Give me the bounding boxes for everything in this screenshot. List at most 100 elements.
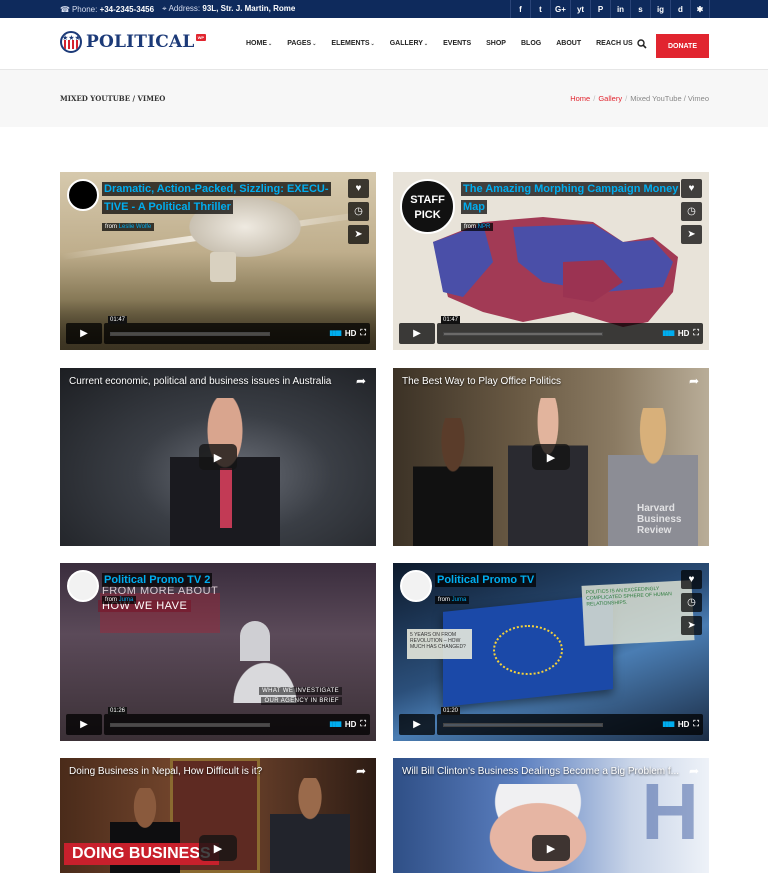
play-icon[interactable]: ▶ [199, 444, 237, 470]
breadcrumb-home[interactable]: Home [570, 94, 590, 103]
site-logo[interactable]: ★★★ POLITICAL WP [60, 31, 207, 53]
heart-icon[interactable]: ♥ [348, 179, 369, 198]
volume-icon[interactable]: ▮▮▮▮ [662, 329, 674, 337]
video-player-vimeo[interactable]: Dramatic, Action-Packed, Sizzling: EXECU… [60, 172, 376, 350]
hd-button[interactable]: HD [345, 329, 357, 338]
progress-bar[interactable] [110, 332, 270, 336]
play-icon[interactable]: ▶ [532, 444, 570, 470]
breadcrumb-gallery[interactable]: Gallery [598, 94, 622, 103]
nav-home[interactable]: HOME ⌄ [246, 40, 272, 47]
phone-number[interactable]: +34-2345-3456 [100, 5, 155, 14]
volume-icon[interactable]: ▮▮▮▮ [329, 720, 341, 728]
linkedin-icon[interactable]: in [610, 0, 630, 18]
nav-elements[interactable]: ELEMENTS ⌄ [331, 40, 374, 47]
pinterest-icon[interactable]: P [590, 0, 610, 18]
play-icon[interactable]: ▶ [66, 323, 102, 344]
control-bar: 01:47 ▮▮▮▮HD⛶vimeo [104, 316, 370, 344]
progress-bar[interactable] [443, 723, 603, 727]
video-title[interactable]: The Amazing Morphing Campaign Money Map [461, 182, 681, 214]
fullscreen-icon[interactable]: ⛶ [693, 719, 699, 729]
author-avatar[interactable] [67, 570, 99, 602]
contact-info: ☎ Phone: +34-2345-3456 ⌖ Address: 93L, Str… [60, 4, 295, 14]
facebook-icon[interactable]: f [510, 0, 530, 18]
video-player-vimeo[interactable]: STAFF PICK The Amazing Morphing Campaign… [393, 172, 709, 350]
author-link[interactable]: Juma [119, 597, 134, 603]
staff-pick-badge[interactable]: STAFF PICK [400, 179, 455, 234]
author-link[interactable]: Leslie Wolfe [119, 224, 152, 230]
author-avatar[interactable] [400, 570, 432, 602]
author-link[interactable]: NPR [478, 224, 491, 230]
video-title[interactable]: Dramatic, Action-Packed, Sizzling: EXECU… [102, 182, 331, 214]
nav-about[interactable]: ABOUT [556, 40, 581, 47]
clock-icon[interactable]: ◷ [681, 202, 702, 221]
phone-info: ☎ Phone: +34-2345-3456 [60, 5, 154, 14]
nav-gallery[interactable]: GALLERY ⌄ [390, 40, 428, 47]
video-player-vimeo[interactable]: FROM MORE ABOUT HOW WE HAVE WHAT WE INVE… [60, 563, 376, 741]
author-avatar[interactable] [67, 179, 99, 211]
volume-icon[interactable]: ▮▮▮▮ [329, 329, 341, 337]
xing-icon[interactable]: ✱ [690, 0, 710, 18]
hd-button[interactable]: HD [678, 720, 690, 729]
share-icon[interactable]: ➦ [689, 374, 699, 388]
hd-button[interactable]: HD [345, 720, 357, 729]
player-controls: ▶ 01:47 ▮▮▮▮HD⛶vimeo [66, 316, 370, 344]
video-player-youtube[interactable]: DOING BUSINESS Doing Business in Nepal, … [60, 758, 376, 873]
breadcrumb-separator: / [593, 94, 596, 103]
send-icon[interactable]: ➤ [681, 616, 702, 635]
skype-icon[interactable]: s [630, 0, 650, 18]
video-header: Dramatic, Action-Packed, Sizzling: EXECU… [102, 179, 342, 233]
nav-reach-us[interactable]: REACH US [596, 40, 633, 47]
google-plus-icon[interactable]: G+ [550, 0, 570, 18]
logo-text: POLITICAL [86, 32, 195, 52]
play-icon[interactable]: ▶ [399, 714, 435, 735]
twitter-icon[interactable]: t [530, 0, 550, 18]
send-icon[interactable]: ➤ [348, 225, 369, 244]
video-byline: from Leslie Wolfe [102, 223, 155, 231]
youtube-icon[interactable]: yt [570, 0, 590, 18]
video-title[interactable]: Will Bill Clinton's Business Dealings Be… [402, 766, 682, 777]
share-icon[interactable]: ➦ [356, 764, 366, 778]
share-icon[interactable]: ➦ [689, 764, 699, 778]
background-graphic: H [641, 767, 699, 856]
fullscreen-icon[interactable]: ⛶ [360, 719, 366, 729]
nav-blog[interactable]: BLOG [521, 40, 541, 47]
fullscreen-icon[interactable]: ⛶ [360, 328, 366, 338]
search-icon[interactable] [637, 39, 647, 49]
donate-button[interactable]: DONATE [656, 34, 709, 58]
clock-icon[interactable]: ◷ [681, 593, 702, 612]
nav-events[interactable]: EVENTS [443, 40, 471, 47]
overlay-text: OUR AGENCY IN BRIEF [261, 697, 342, 705]
play-icon[interactable]: ▶ [399, 323, 435, 344]
dribbble-icon[interactable]: d [670, 0, 690, 18]
nav-pages[interactable]: PAGES ⌄ [287, 40, 316, 47]
hd-button[interactable]: HD [678, 329, 690, 338]
video-player-vimeo[interactable]: POLITICS IS AN EXCEEDINGLY COMPLICATED S… [393, 563, 709, 741]
video-player-youtube[interactable]: Harvard Business Review The Best Way to … [393, 368, 709, 546]
play-icon[interactable]: ▶ [199, 835, 237, 861]
video-title[interactable]: Doing Business in Nepal, How Difficult i… [69, 766, 349, 777]
duration: 01:47 [108, 316, 128, 324]
video-title[interactable]: Political Promo TV 2 [102, 573, 213, 587]
heart-icon[interactable]: ♥ [681, 570, 702, 589]
author-link[interactable]: Juma [452, 597, 467, 603]
send-icon[interactable]: ➤ [681, 225, 702, 244]
player-controls: ▶ 01:47 ▮▮▮▮HD⛶vimeo [399, 316, 703, 344]
video-title[interactable]: Political Promo TV [435, 573, 537, 587]
video-title[interactable]: The Best Way to Play Office Politics [402, 376, 682, 387]
clock-icon[interactable]: ◷ [348, 202, 369, 221]
share-icon[interactable]: ➦ [356, 374, 366, 388]
player-controls: ▶ 01:20 ▮▮▮▮HD⛶vimeo [399, 707, 703, 735]
play-icon[interactable]: ▶ [532, 835, 570, 861]
video-player-youtube[interactable]: Current economic, political and business… [60, 368, 376, 546]
heart-icon[interactable]: ♥ [681, 179, 702, 198]
progress-bar[interactable] [443, 332, 603, 336]
instagram-icon[interactable]: ig [650, 0, 670, 18]
fullscreen-icon[interactable]: ⛶ [693, 328, 699, 338]
progress-bar[interactable] [110, 723, 270, 727]
volume-icon[interactable]: ▮▮▮▮ [662, 720, 674, 728]
nav-shop[interactable]: SHOP [486, 40, 506, 47]
site-header: ★★★ POLITICAL WP HOME ⌄ PAGES ⌄ ELEMENTS ⌄ … [0, 18, 768, 70]
video-title[interactable]: Current economic, political and business… [69, 376, 349, 387]
video-player-youtube[interactable]: H Will Bill Clinton's Business Dealings … [393, 758, 709, 873]
play-icon[interactable]: ▶ [66, 714, 102, 735]
